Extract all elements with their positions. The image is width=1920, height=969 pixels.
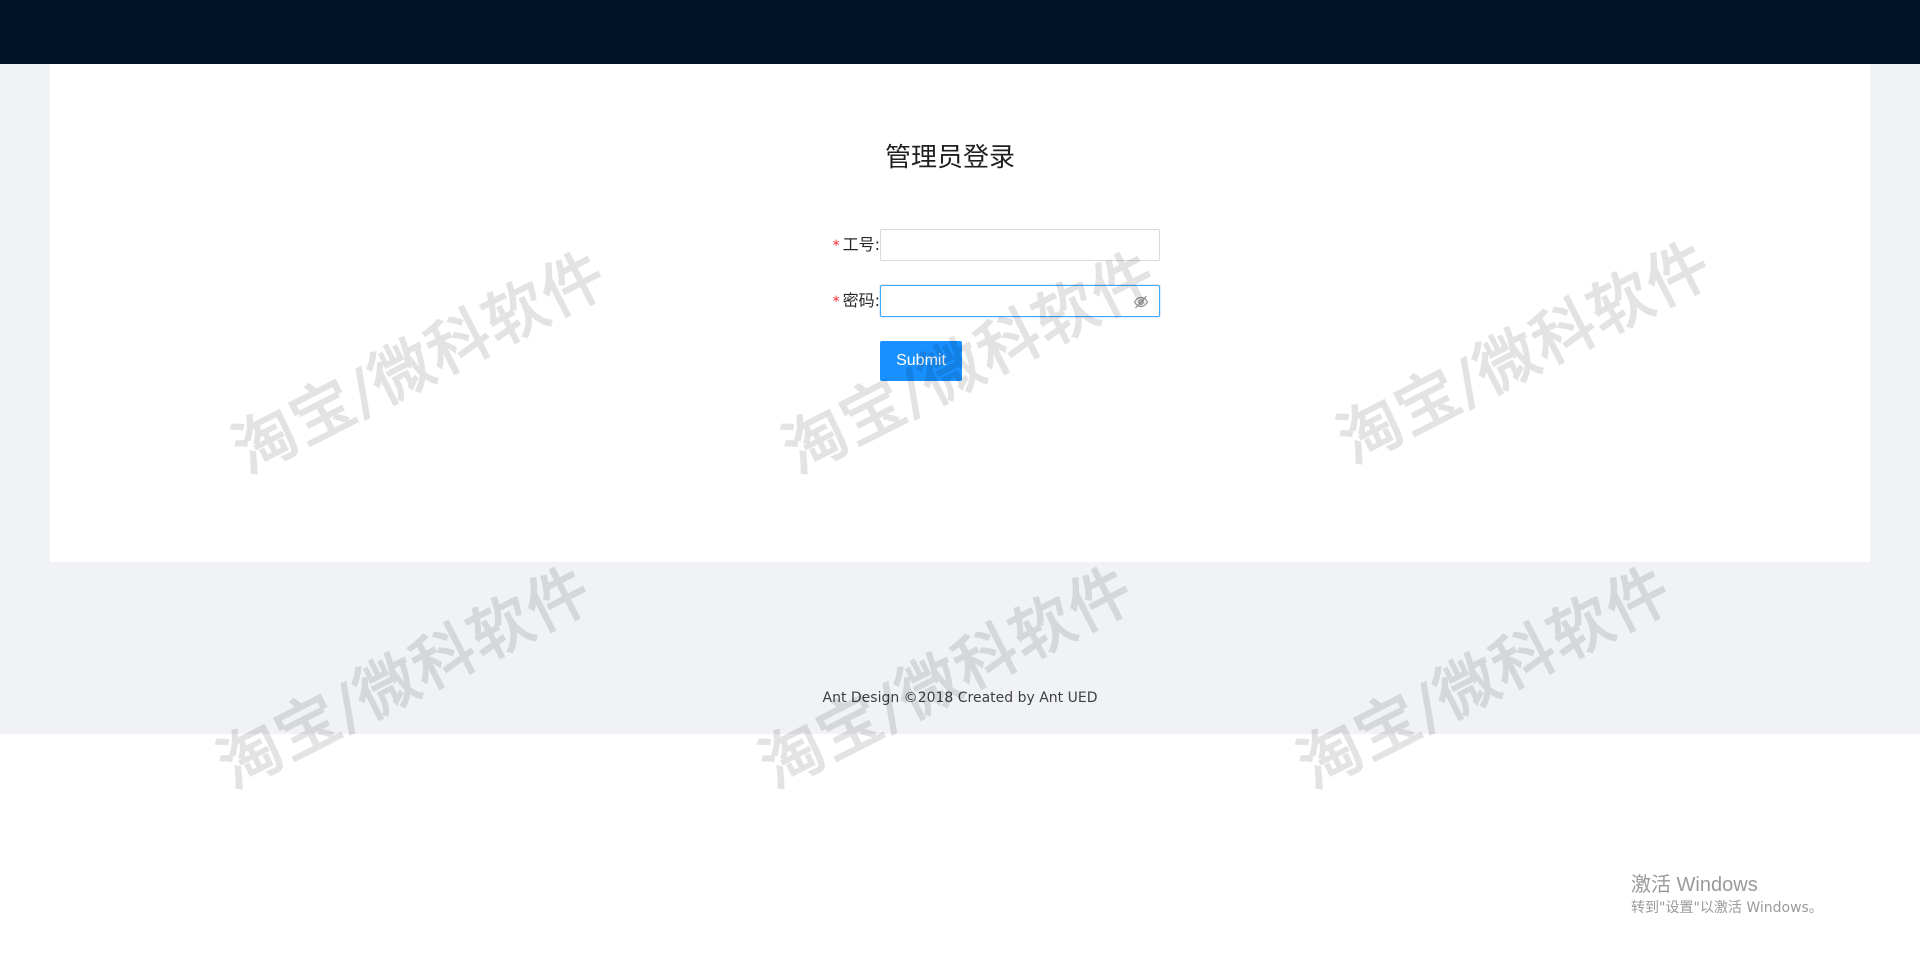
required-mark: *: [832, 238, 840, 254]
footer-text: Ant Design ©2018 Created by Ant UED: [822, 690, 1098, 706]
employee-id-input-wrapper[interactable]: [880, 229, 1160, 261]
activation-subtitle: 转到"设置"以激活 Windows。: [1631, 900, 1823, 916]
windows-activation-notice: 激活 Windows 转到"设置"以激活 Windows。: [1631, 872, 1823, 918]
password-row: * 密码:: [800, 285, 1160, 317]
password-input[interactable]: [887, 287, 1131, 317]
submit-button[interactable]: Submit: [880, 341, 962, 381]
employee-id-label-text: 工号:: [842, 235, 880, 254]
password-input-wrapper[interactable]: [880, 285, 1160, 317]
employee-id-input[interactable]: [887, 231, 1131, 261]
employee-id-label: * 工号:: [833, 229, 880, 261]
password-label-text: 密码:: [842, 291, 880, 310]
eye-invisible-icon[interactable]: [1133, 294, 1149, 310]
employee-id-row: * 工号:: [800, 229, 1160, 261]
password-label: * 密码:: [833, 285, 880, 317]
page-title: 管理员登录: [884, 143, 1015, 173]
required-mark: *: [832, 294, 840, 310]
top-header: [0, 0, 1920, 64]
activation-title: 激活 Windows: [1631, 874, 1758, 896]
